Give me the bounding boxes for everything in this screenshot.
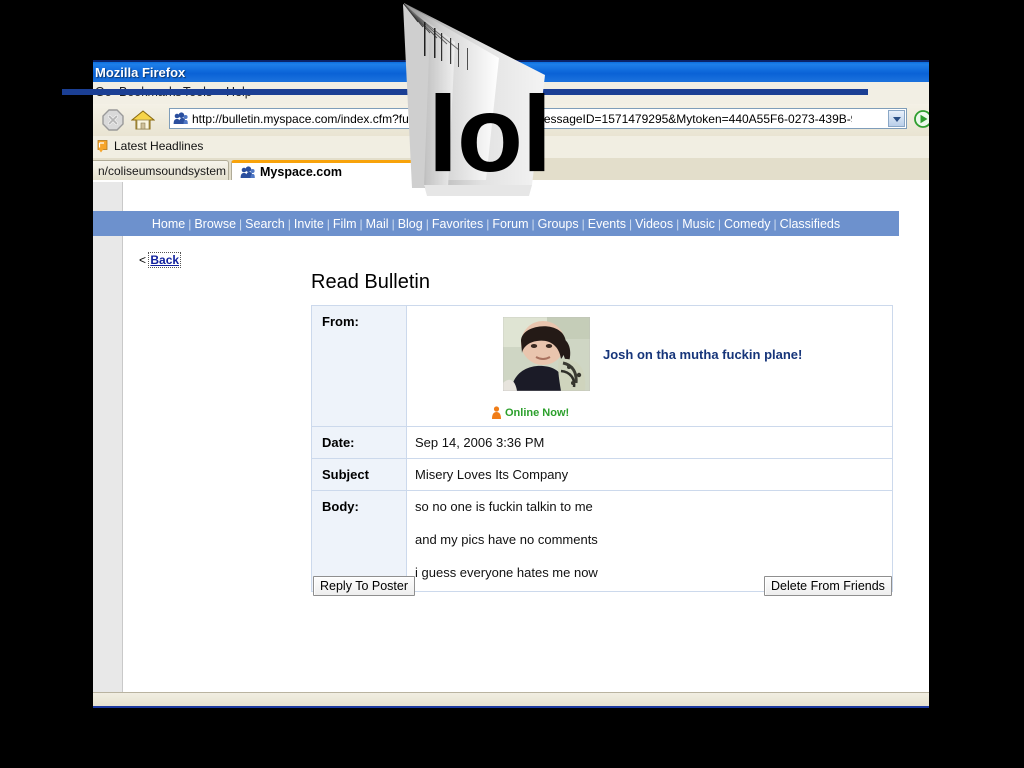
nav-separator: | <box>188 217 192 231</box>
online-status: Online Now! <box>492 406 570 419</box>
delete-from-friends-button[interactable]: Delete From Friends <box>764 576 892 596</box>
nav-separator: | <box>391 217 395 231</box>
nav-separator: | <box>581 217 585 231</box>
myspace-nav-links: Home | Browse | Search | Invite | Film | Mail | Blog… <box>93 211 899 236</box>
nav-item-classifieds[interactable]: Classifieds <box>780 217 840 231</box>
nav-item-forum[interactable]: Forum <box>492 217 528 231</box>
date-value: Sep 14, 2006 3:36 PM <box>406 426 893 459</box>
home-icon[interactable] <box>131 108 155 132</box>
table-row-from: From: Josh on tha mutha fuckin plane! On… <box>311 305 893 427</box>
body-line: and my pics have no comments <box>415 532 598 547</box>
nav-item-browse[interactable]: Browse <box>194 217 236 231</box>
bookmark-latest-headlines[interactable]: Latest Headlines <box>114 139 203 153</box>
nav-separator: | <box>773 217 777 231</box>
nav-item-search[interactable]: Search <box>245 217 285 231</box>
nav-separator: | <box>287 217 291 231</box>
nav-item-blog[interactable]: Blog <box>398 217 423 231</box>
nav-item-mail[interactable]: Mail <box>366 217 389 231</box>
nav-item-events[interactable]: Events <box>588 217 626 231</box>
nav-separator: | <box>531 217 535 231</box>
window-title: Mozilla Firefox <box>95 65 186 80</box>
nav-item-favorites[interactable]: Favorites <box>432 217 483 231</box>
nav-item-comedy[interactable]: Comedy <box>724 217 771 231</box>
stop-icon[interactable] <box>102 109 124 131</box>
subject-label: Subject <box>311 458 407 491</box>
bulletin-table: From: Josh on tha mutha fuckin plane! On… <box>311 305 893 592</box>
lol-overlay-text: lol <box>428 73 552 194</box>
nav-item-invite[interactable]: Invite <box>294 217 324 231</box>
online-label: Online Now! <box>505 407 570 419</box>
online-person-icon <box>492 406 501 419</box>
nav-item-groups[interactable]: Groups <box>538 217 579 231</box>
page-title: Read Bulletin <box>311 271 430 293</box>
date-label: Date: <box>311 426 407 459</box>
window-bottom-edge <box>93 706 929 708</box>
myspace-favicon <box>240 166 255 178</box>
nav-separator: | <box>717 217 721 231</box>
nav-item-music[interactable]: Music <box>682 217 715 231</box>
nav-separator: | <box>628 217 633 231</box>
myspace-nav-bar: Home | Browse | Search | Invite | Film | Mail | Blog… <box>93 211 899 236</box>
nav-item-videos[interactable]: Videos <box>635 217 673 231</box>
nav-separator: | <box>326 217 330 231</box>
subject-value: Misery Loves Its Company <box>406 458 893 491</box>
body-line: so no one is fuckin talkin to me <box>415 499 593 514</box>
from-label: From: <box>311 305 407 427</box>
nav-item-film[interactable]: Film <box>333 217 357 231</box>
tab-label: Myspace.com <box>260 165 342 179</box>
back-link[interactable]: < Back <box>139 252 182 268</box>
table-row-date: Date: Sep 14, 2006 3:36 PM <box>311 426 893 459</box>
reply-to-poster-button[interactable]: Reply To Poster <box>313 576 416 596</box>
back-arrow-icon: < <box>139 253 147 267</box>
url-dropdown-icon[interactable] <box>888 110 905 127</box>
nav-separator: | <box>239 217 243 231</box>
page-left-gutter <box>93 182 123 692</box>
tab-coliseumsoundsystem[interactable]: n/coliseumsoundsystem <box>93 160 229 182</box>
nav-separator: | <box>359 217 363 231</box>
nav-separator: | <box>425 217 429 231</box>
rss-feed-icon <box>97 140 108 153</box>
nav-item-home[interactable]: Home <box>152 217 185 231</box>
sender-name-link[interactable]: Josh on tha mutha fuckin plane! <box>603 347 802 362</box>
myspace-favicon <box>173 112 188 124</box>
from-value: Josh on tha mutha fuckin plane! Online N… <box>406 305 893 427</box>
nav-separator: | <box>676 217 680 231</box>
nav-separator: | <box>486 217 490 231</box>
tab-label: n/coliseumsoundsystem <box>98 164 227 178</box>
avatar[interactable] <box>503 317 590 391</box>
back-label: Back <box>148 252 182 268</box>
screen: Mozilla Firefox Go Bookmarks Tools Help <box>0 0 1024 768</box>
go-icon[interactable] <box>914 110 929 128</box>
tab-myspace[interactable]: Myspace.com <box>231 160 449 182</box>
table-row-subject: Subject Misery Loves Its Company <box>311 458 893 491</box>
